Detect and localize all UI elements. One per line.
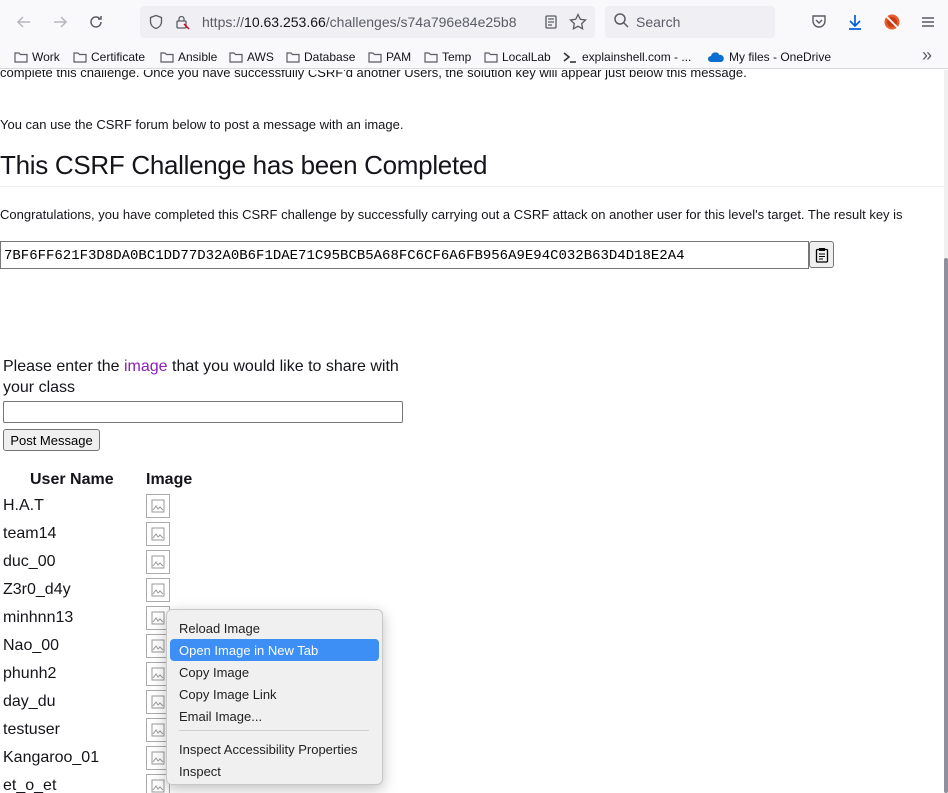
reload-button[interactable] — [82, 8, 110, 36]
table-row-username: testuser — [3, 721, 60, 738]
onedrive-icon — [708, 52, 724, 62]
broken-image-icon[interactable] — [146, 494, 170, 518]
prompt-text-before: Please enter the — [3, 358, 124, 375]
scrollbar-thumb[interactable] — [944, 258, 948, 793]
url-path: /challenges/s74a796e84e25b8 — [325, 14, 517, 30]
lock-warning-icon[interactable] — [172, 12, 192, 32]
bookmarks-overflow-button[interactable]: » — [922, 44, 933, 65]
bookmark-label: Temp — [442, 50, 472, 64]
copy-key-button[interactable] — [809, 241, 834, 268]
search-bar[interactable]: Search — [605, 6, 775, 38]
bookmark-link[interactable]: explainshell.com - ... — [562, 48, 691, 66]
table-row-username: minhnn13 — [3, 609, 74, 626]
instructions-text: complete this challenge. Once you have s… — [0, 70, 747, 80]
table-row-username: Z3r0_d4y — [3, 581, 71, 598]
page-content: complete this challenge. Once you have s… — [0, 70, 944, 793]
clipboard-icon — [815, 247, 828, 263]
menu-item-inspect-accessibility[interactable]: Inspect Accessibility Properties — [170, 738, 379, 760]
congrats-text: Congratulations, you have completed this… — [0, 207, 903, 222]
bookmark-folder[interactable]: LocalLab — [484, 48, 551, 66]
menu-item-inspect[interactable]: Inspect — [170, 760, 379, 782]
url-bar[interactable]: https://10.63.253.66/challenges/s74a796e… — [140, 6, 595, 38]
table-row-username: phunh2 — [3, 665, 57, 682]
bookmark-label: My files - OneDrive — [729, 50, 832, 64]
table-row-username: team14 — [3, 525, 57, 542]
table-row-username: day_du — [3, 693, 56, 710]
broken-image-icon[interactable] — [146, 578, 170, 602]
bookmark-folder[interactable]: Ansible — [160, 48, 217, 66]
shield-icon[interactable] — [146, 12, 166, 32]
menu-separator — [179, 730, 369, 731]
bookmark-label: Ansible — [178, 50, 218, 64]
menu-item-email-image[interactable]: Email Image... — [170, 705, 379, 727]
folder-icon — [73, 52, 87, 63]
broken-image-icon[interactable] — [146, 550, 170, 574]
table-row-username: et_o_et — [3, 777, 57, 793]
bookmark-folder[interactable]: AWS — [229, 48, 274, 66]
divider — [0, 186, 944, 187]
image-url-input[interactable] — [3, 401, 403, 423]
column-header-image: Image — [146, 471, 193, 488]
folder-icon — [14, 52, 28, 63]
folder-icon — [286, 52, 300, 63]
reload-icon — [90, 16, 102, 28]
table-row-username: Nao_00 — [3, 637, 60, 654]
intro-text: You can use the CSRF forum below to post… — [0, 117, 404, 132]
download-icon[interactable] — [844, 11, 866, 33]
bookmark-label: Database — [304, 50, 356, 64]
search-icon — [613, 12, 633, 32]
column-header-username: User Name — [30, 471, 114, 488]
browser-toolbar: https://10.63.253.66/challenges/s74a796e… — [0, 0, 948, 44]
star-icon[interactable] — [568, 12, 588, 32]
bookmark-folder[interactable]: Work — [14, 48, 60, 66]
table-row-username: Kangaroo_01 — [3, 749, 100, 766]
arrow-left-icon — [16, 16, 30, 28]
bookmark-label: PAM — [386, 50, 412, 64]
image-prompt: Please enter the image that you would li… — [3, 356, 413, 398]
menu-item-reload-image[interactable]: Reload Image — [170, 617, 379, 639]
prompt-highlight: image — [123, 358, 168, 375]
bookmark-label: Work — [32, 50, 60, 64]
pocket-icon[interactable] — [808, 11, 830, 33]
bookmark-label: AWS — [247, 50, 274, 64]
back-button[interactable] — [10, 8, 38, 36]
table-row-username: duc_00 — [3, 553, 56, 570]
menu-item-copy-image[interactable]: Copy Image — [170, 661, 379, 683]
menu-item-open-image-new-tab[interactable]: Open Image in New Tab — [170, 639, 379, 661]
folder-icon — [160, 52, 174, 63]
menu-item-copy-image-link[interactable]: Copy Image Link — [170, 683, 379, 705]
extension-blocked-icon[interactable] — [881, 11, 903, 33]
shell-prompt-icon — [563, 52, 576, 63]
folder-icon — [424, 52, 438, 63]
result-key-field[interactable]: 7BF6FF621F3D8DA0BC1DD77D32A0B6F1DAE71C95… — [0, 241, 809, 269]
broken-image-icon[interactable] — [146, 522, 170, 546]
bookmark-label: explainshell.com - ... — [582, 50, 692, 64]
url-prefix: https:// — [202, 14, 245, 30]
arrow-right-icon — [54, 16, 68, 28]
bookmark-folder[interactable]: Temp — [424, 48, 471, 66]
reader-view-icon[interactable] — [541, 12, 561, 32]
post-message-button[interactable]: Post Message — [3, 429, 100, 451]
page-heading: This CSRF Challenge has been Completed — [0, 150, 488, 180]
folder-icon — [484, 52, 498, 63]
bookmark-folder[interactable]: Database — [286, 48, 355, 66]
forward-button[interactable] — [46, 8, 74, 36]
chevron-double-right-icon: » — [922, 44, 933, 65]
url-host: 10.63.253.66 — [244, 14, 326, 30]
url-text[interactable]: https://10.63.253.66/challenges/s74a796e… — [202, 14, 537, 30]
bookmark-label: Certificate — [91, 50, 146, 64]
search-placeholder: Search — [636, 14, 681, 30]
bookmark-link[interactable]: My files - OneDrive — [707, 48, 831, 66]
folder-icon — [229, 52, 243, 63]
bookmark-label: LocalLab — [502, 50, 551, 64]
table-row-username: H.A.T — [3, 497, 44, 514]
menu-icon[interactable] — [917, 11, 939, 33]
folder-icon — [368, 52, 382, 63]
bookmarks-bar: Work Certificate Ansible AWS Database PA… — [0, 44, 948, 69]
context-menu: Reload Image Open Image in New Tab Copy … — [166, 609, 383, 785]
bookmark-folder[interactable]: Certificate — [73, 48, 145, 66]
bookmark-folder[interactable]: PAM — [368, 48, 411, 66]
